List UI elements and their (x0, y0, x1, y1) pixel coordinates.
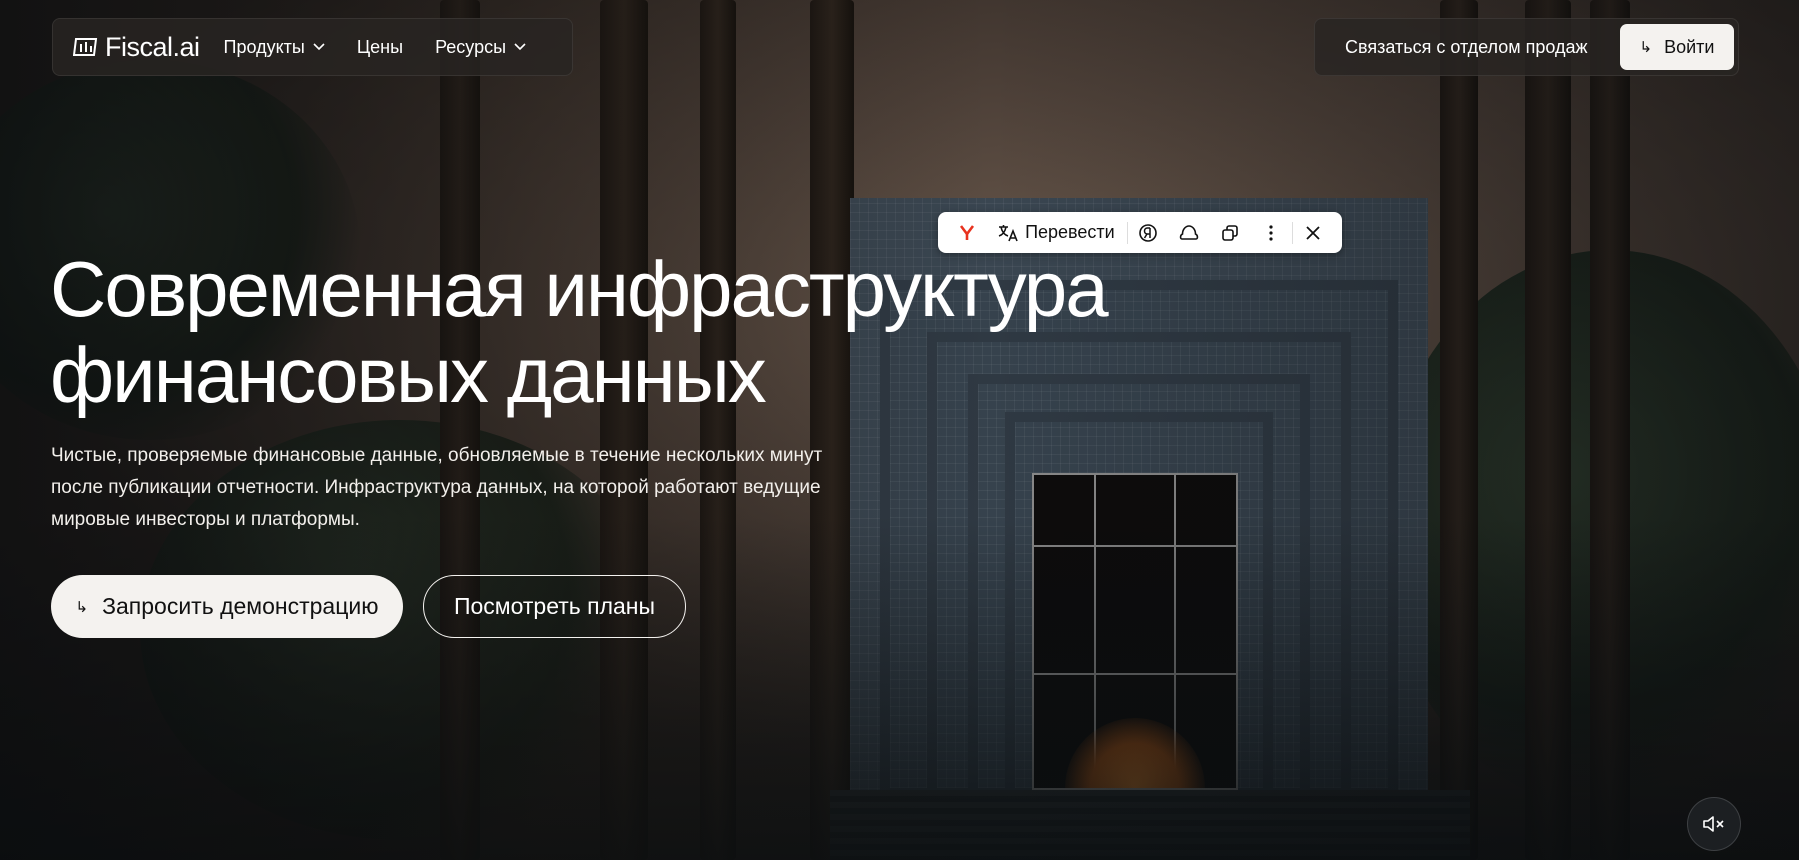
fiscal-logo-icon (73, 38, 98, 56)
close-button[interactable] (1293, 212, 1334, 253)
speaker-muted-icon (1703, 816, 1724, 832)
close-icon (1306, 225, 1321, 240)
contact-sales-link[interactable]: Связаться с отделом продаж (1345, 37, 1588, 58)
main-nav: Fiscal.ai Продукты Цены Ресурсы (52, 18, 573, 76)
login-label: Войти (1664, 36, 1715, 57)
chevron-down-icon (313, 43, 325, 51)
more-icon (1269, 224, 1274, 241)
nav-item-pricing[interactable]: Цены (357, 37, 403, 58)
hero-subtitle: Чистые, проверяемые финансовые данные, о… (51, 445, 823, 530)
arrow-return-icon: ↳ (75, 598, 89, 616)
chevron-down-icon (514, 43, 526, 51)
nav-actions: Связаться с отделом продаж ↳ Войти (1314, 18, 1739, 76)
hero-title: Современная инфраструктура финансовых да… (50, 246, 1250, 418)
nav-item-label: Продукты (223, 36, 305, 57)
nav-item-products[interactable]: Продукты (224, 37, 325, 58)
cloud-icon (1180, 224, 1199, 240)
nav-item-label: Ресурсы (435, 36, 507, 57)
hero-title-line: финансовых данных (50, 331, 767, 419)
hero-title-line: Современная инфраструктура (50, 245, 1109, 333)
arrow-return-icon: ↳ (1639, 39, 1653, 56)
more-button[interactable] (1251, 212, 1292, 253)
nav-item-label: Цены (356, 36, 404, 57)
request-demo-button[interactable]: ↳ Запросить демонстрацию (51, 575, 403, 638)
logo-text: Fiscal.ai (105, 31, 200, 62)
mute-button[interactable] (1687, 797, 1741, 851)
hero-vignette (0, 0, 1799, 860)
translate-label: Перевести (1025, 222, 1115, 242)
copy-icon (1222, 224, 1239, 241)
view-plans-label: Посмотреть планы (453, 593, 656, 619)
logo[interactable]: Fiscal.ai (73, 32, 200, 63)
view-plans-button[interactable]: Посмотреть планы (423, 575, 686, 638)
yandex-browser-icon (959, 224, 974, 240)
nav-item-resources[interactable]: Ресурсы (435, 37, 526, 58)
translate-icon (998, 224, 1018, 241)
request-demo-label: Запросить демонстрацию (102, 593, 379, 619)
alice-icon (1139, 223, 1158, 242)
login-button[interactable]: ↳ Войти (1620, 24, 1734, 70)
